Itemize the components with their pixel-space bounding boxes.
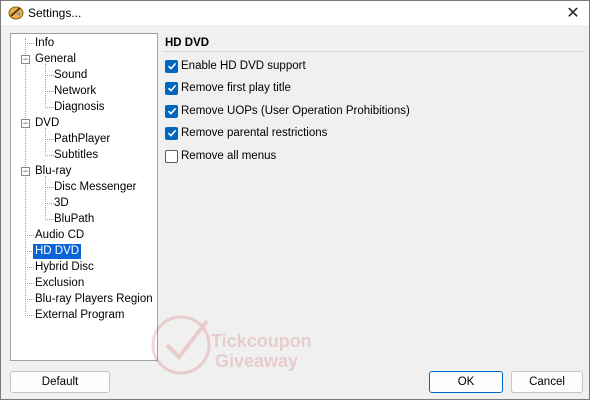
tree-item-pathplayer[interactable]: PathPlayer [52, 132, 112, 147]
option-label: Remove UOPs (User Operation Prohibitions… [181, 105, 410, 117]
tree-item-diagnosis[interactable]: Diagnosis [52, 100, 107, 115]
checkbox-unchecked-icon[interactable] [165, 149, 178, 163]
tree-item-subtitles[interactable]: Subtitles [52, 148, 100, 163]
panel-title: HD DVD [165, 37, 210, 49]
checkbox-checked-icon[interactable] [165, 104, 178, 118]
ok-button[interactable]: OK [429, 371, 503, 393]
section-divider [163, 51, 585, 52]
title-bar: Settings... ✕ [1, 1, 589, 25]
tree-item-external-program[interactable]: External Program [33, 308, 126, 323]
option-label: Remove all menus [181, 150, 277, 162]
tree-item-disc-messenger[interactable]: Disc Messenger [52, 180, 138, 195]
general-collapse-icon[interactable]: − [21, 55, 30, 64]
tree-item-exclusion[interactable]: Exclusion [33, 276, 86, 291]
tree-item-hybrid-disc[interactable]: Hybrid Disc [33, 260, 96, 275]
checkbox-checked-icon[interactable] [165, 59, 178, 73]
remove-all-menus-option[interactable]: Remove all menus [165, 148, 276, 164]
remove-first-play-option[interactable]: Remove first play title [165, 80, 291, 96]
close-icon[interactable]: ✕ [563, 3, 583, 23]
tree-item-general[interactable]: General [33, 52, 78, 67]
app-icon [8, 5, 24, 21]
checkbox-checked-icon[interactable] [165, 81, 178, 95]
option-label: Enable HD DVD support [181, 60, 306, 72]
tree-item-bluray[interactable]: Blu-ray [33, 164, 73, 179]
tree-item-dvd[interactable]: DVD [33, 116, 61, 131]
tree-item-3d[interactable]: 3D [52, 196, 71, 211]
bluray-collapse-icon[interactable]: − [21, 167, 30, 176]
tree-item-hd-dvd[interactable]: HD DVD [33, 244, 82, 259]
tree-item-network[interactable]: Network [52, 84, 98, 99]
settings-tree[interactable]: − − − Info General Sound Network Diagnos… [10, 33, 158, 361]
cancel-button[interactable]: Cancel [511, 371, 583, 393]
tree-item-audio-cd[interactable]: Audio CD [33, 228, 86, 243]
hd-dvd-panel: HD DVD Enable HD DVD support Remove firs… [159, 33, 589, 361]
remove-parental-option[interactable]: Remove parental restrictions [165, 125, 327, 141]
dvd-collapse-icon[interactable]: − [21, 119, 30, 128]
tree-item-blupath[interactable]: BluPath [52, 212, 96, 227]
tree-item-info[interactable]: Info [33, 36, 56, 51]
option-label: Remove parental restrictions [181, 127, 328, 139]
option-label: Remove first play title [181, 82, 291, 94]
tree-item-sound[interactable]: Sound [52, 68, 89, 83]
remove-uops-option[interactable]: Remove UOPs (User Operation Prohibitions… [165, 103, 410, 119]
default-button[interactable]: Default [10, 371, 110, 393]
settings-dialog: Settings... ✕ − − − Info General Sound N… [0, 0, 590, 400]
tree-item-bluray-players-region[interactable]: Blu-ray Players Region [33, 292, 155, 307]
window-title: Settings... [28, 6, 82, 20]
enable-hd-dvd-option[interactable]: Enable HD DVD support [165, 58, 306, 74]
checkbox-checked-icon[interactable] [165, 126, 178, 140]
